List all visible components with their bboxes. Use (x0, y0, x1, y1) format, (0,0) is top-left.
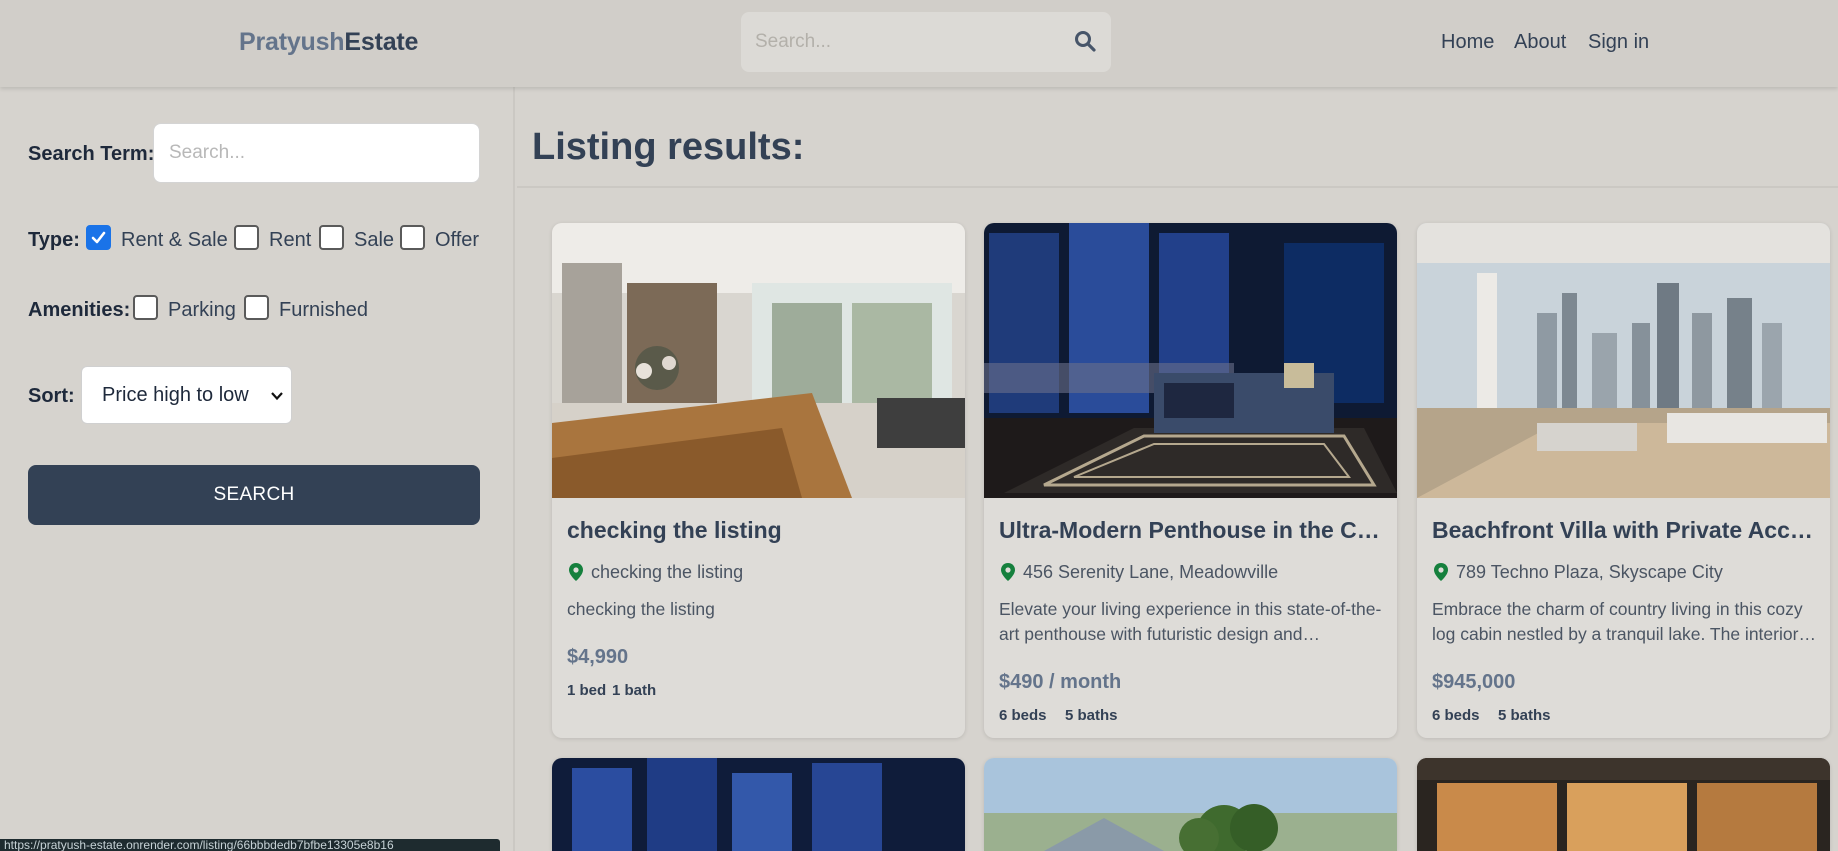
type-offer-label: Offer (435, 229, 480, 251)
listing-description: checking the listing (567, 599, 715, 619)
nav-about-link[interactable]: About (1514, 31, 1566, 54)
filter-sidebar: Search Term: Type: Rent & Sale Rent Sale… (0, 87, 515, 851)
results-title: Listing results: (532, 126, 805, 168)
listing-card[interactable] (1417, 758, 1830, 851)
link-status-bar: https://pratyush-estate.onrender.com/lis… (0, 839, 500, 851)
search-term-input[interactable] (153, 123, 480, 183)
location-pin-icon (1434, 563, 1448, 581)
logo-part-1: Pratyush (239, 28, 345, 56)
chevron-down-icon (271, 392, 283, 401)
listing-description: Embrace the charm of country living in t… (1432, 599, 1803, 644)
listing-card[interactable] (552, 758, 965, 851)
listing-price: $490 / month (999, 671, 1122, 693)
listing-baths: 5 baths (1065, 707, 1118, 724)
amenities-label: Amenities: (28, 299, 131, 321)
amenity-furnished-checkbox[interactable] (244, 295, 269, 320)
listing-address: 789 Techno Plaza, Skyscape City (1456, 562, 1723, 582)
listing-beds: 6 beds (1432, 707, 1480, 724)
type-rent-checkbox[interactable] (234, 225, 259, 250)
search-icon[interactable] (1073, 29, 1097, 53)
site-logo[interactable]: PratyushEstate (239, 28, 418, 57)
listing-image[interactable] (984, 758, 1397, 851)
listing-card[interactable]: Ultra-Modern Penthouse in the Clouds 456… (984, 223, 1397, 738)
listing-image[interactable] (552, 758, 965, 851)
listing-title[interactable]: Beachfront Villa with Private Access (1432, 517, 1817, 544)
amenity-parking-checkbox[interactable] (133, 295, 158, 320)
listing-card[interactable]: Beachfront Villa with Private Access 789… (1417, 223, 1830, 738)
type-rent-label: Rent (269, 229, 312, 251)
listing-baths: 1 bath (612, 682, 657, 699)
header-search-input[interactable] (755, 12, 1055, 72)
listing-image[interactable] (552, 223, 965, 498)
listing-image[interactable] (1417, 758, 1830, 851)
listing-description: Elevate your living experience in this s… (999, 599, 1382, 644)
listing-address: 456 Serenity Lane, Meadowville (1023, 562, 1279, 582)
listing-image[interactable] (1417, 223, 1830, 498)
logo-part-2: Estate (344, 28, 419, 56)
type-sale-checkbox[interactable] (319, 225, 344, 250)
type-sale-label: Sale (354, 229, 395, 251)
nav-home-link[interactable]: Home (1441, 31, 1494, 54)
type-rent-sale-label: Rent & Sale (121, 229, 228, 251)
listing-address: checking the listing (591, 562, 744, 582)
listing-beds: 6 beds (999, 707, 1047, 724)
type-rent-sale-checkbox[interactable] (86, 225, 111, 250)
listing-card[interactable] (984, 758, 1397, 851)
amenity-furnished-label: Furnished (279, 299, 368, 321)
listing-baths: 5 baths (1498, 707, 1551, 724)
search-term-label: Search Term: (28, 143, 155, 165)
sort-selected-value: Price high to low (102, 384, 249, 406)
listing-title[interactable]: checking the listing (567, 517, 952, 544)
top-header: PratyushEstate Home About Sign in (0, 0, 1838, 87)
sort-label: Sort: (28, 385, 75, 407)
type-label: Type: (28, 229, 80, 251)
listing-price: $4,990 (567, 646, 629, 668)
location-pin-icon (569, 563, 583, 581)
sort-select[interactable]: Price high to low (81, 366, 292, 424)
results-divider (517, 186, 1838, 188)
location-pin-icon (1001, 563, 1015, 581)
nav-signin-link[interactable]: Sign in (1588, 31, 1649, 54)
listing-price: $945,000 (1432, 671, 1516, 693)
listing-card[interactable]: checking the listing checking the listin… (552, 223, 965, 738)
type-offer-checkbox[interactable] (400, 225, 425, 250)
listing-title[interactable]: Ultra-Modern Penthouse in the Clouds (999, 517, 1384, 544)
amenity-parking-label: Parking (168, 299, 236, 321)
search-button[interactable]: SEARCH (28, 465, 480, 525)
header-search-box (741, 12, 1111, 72)
listing-image[interactable] (984, 223, 1397, 498)
listing-beds: 1 bed (567, 682, 607, 699)
